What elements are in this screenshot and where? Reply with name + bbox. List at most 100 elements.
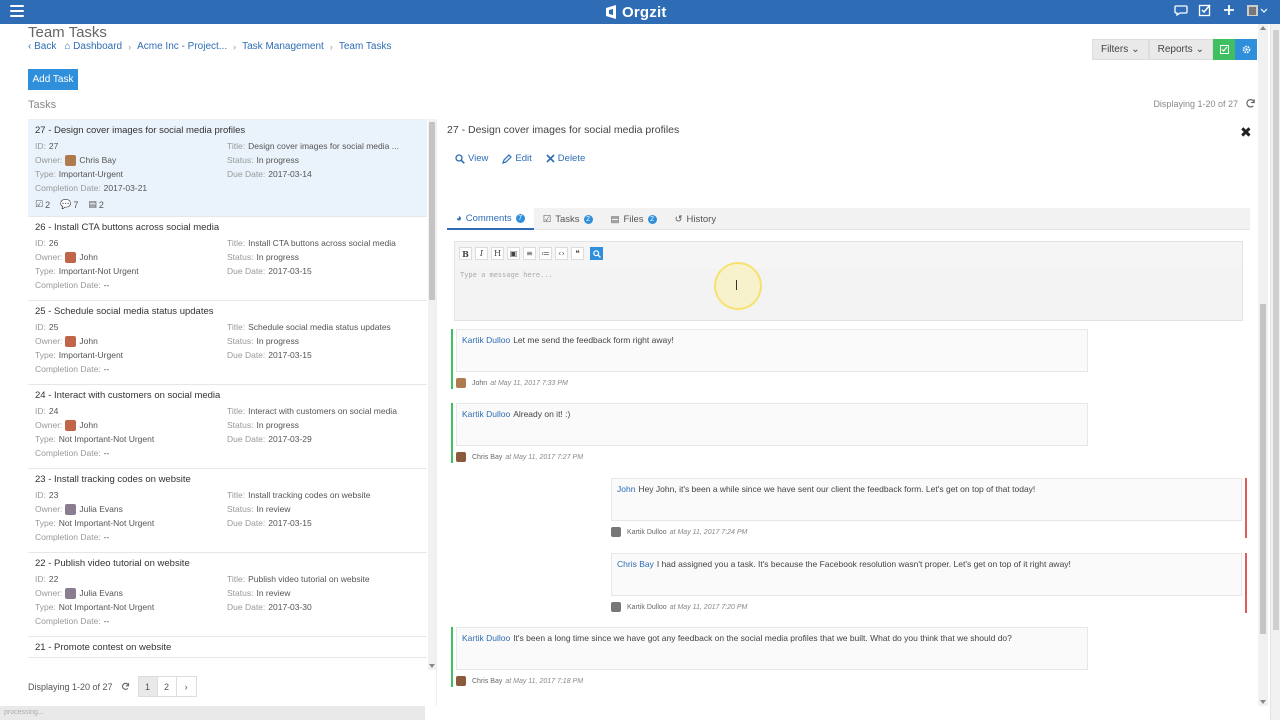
comment-timestamp: at May 11, 2017 7:24 PM — [669, 528, 748, 536]
comment-timestamp: at May 11, 2017 7:20 PM — [669, 603, 748, 611]
task-completion-date: -- — [103, 616, 110, 626]
task-type: Not Important-Not Urgent — [58, 434, 155, 444]
next-page-button[interactable]: › — [177, 677, 196, 696]
breadcrumb-task-management[interactable]: Task Management — [242, 41, 324, 52]
page-2-button[interactable]: 2 — [158, 677, 177, 696]
bold-button[interactable]: B — [459, 247, 472, 260]
task-list-item[interactable]: 26 - Install CTA buttons across social m… — [28, 217, 427, 301]
breadcrumb-dashboard[interactable]: ⌂ Dashboard — [64, 41, 122, 52]
task-completion-date: -- — [103, 364, 110, 374]
task-title-value: Install CTA buttons across social media — [248, 238, 396, 248]
user-menu-icon[interactable] — [1246, 3, 1268, 17]
filters-label: Filters — [1100, 44, 1129, 55]
detail-scrollbar[interactable] — [1258, 24, 1268, 706]
tasks-section-label: Tasks — [28, 99, 57, 111]
pagination-displaying: Displaying 1-20 of 27 — [28, 681, 113, 692]
hamburger-menu-icon[interactable] — [10, 5, 24, 17]
checklist-button[interactable] — [1213, 39, 1235, 60]
comment-input[interactable] — [456, 268, 1241, 319]
italic-button[interactable]: I — [475, 247, 488, 260]
page-scrollbar[interactable] — [1270, 24, 1280, 720]
breadcrumb-separator: › — [329, 41, 333, 52]
search-icon — [455, 153, 465, 164]
field-label: Status: — [227, 252, 254, 262]
comment-author: Chris Bay — [472, 677, 503, 685]
comment-item: John Hey John, it's been a while since we… — [611, 478, 1247, 538]
image-button[interactable]: ▣ — [507, 247, 520, 260]
field-label: Owner: — [35, 252, 63, 262]
code-button[interactable]: ‹› — [555, 247, 568, 260]
task-list-item[interactable]: 22 - Publish video tutorial on website I… — [28, 553, 427, 637]
chat-icon[interactable] — [1174, 3, 1188, 17]
settings-button[interactable] — [1235, 39, 1257, 60]
breadcrumb-project[interactable]: Acme Inc - Project... — [137, 41, 227, 52]
task-list-item[interactable]: 27 - Design cover images for social medi… — [28, 120, 427, 217]
preview-search-button[interactable] — [590, 247, 603, 260]
task-fields: ID: 25 Title: Schedule social media status… — [35, 321, 420, 376]
mention-link[interactable]: Chris Bay — [617, 559, 654, 569]
tasks-check-icon[interactable] — [1198, 3, 1212, 17]
comment-timestamp: at May 11, 2017 7:27 PM — [505, 453, 584, 461]
task-fields: ID: 23 Title: Install tracking codes on we… — [35, 489, 420, 544]
task-completion-date: -- — [103, 532, 110, 542]
comment-item: Kartik Dulloo Already on it! :) Chris Bay… — [451, 403, 1088, 463]
task-heading: 27 - Design cover images for social medi… — [35, 125, 246, 136]
comment-text: Let me send the feedback form right away… — [513, 335, 674, 345]
quote-button[interactable]: ❝ — [571, 247, 584, 260]
task-type: Important-Not Urgent — [58, 266, 139, 276]
add-task-button[interactable]: Add Task — [28, 69, 78, 90]
numbered-list-button[interactable]: ≔ — [539, 247, 552, 260]
task-list-item[interactable]: 23 - Install tracking codes on website I… — [28, 469, 427, 553]
field-label: ID: — [35, 141, 46, 151]
task-heading: 22 - Publish video tutorial on website — [35, 558, 190, 569]
task-list-item[interactable]: 25 - Schedule social media status update… — [28, 301, 427, 385]
tab-comments[interactable]: ◕ Comments 7 — [447, 208, 534, 230]
task-owner: Chris Bay — [79, 155, 117, 165]
add-plus-icon[interactable] — [1222, 3, 1236, 17]
delete-button[interactable]: Delete — [546, 153, 585, 164]
brand-logo[interactable]: Orgzit — [604, 2, 667, 22]
mention-link[interactable]: John — [617, 484, 635, 494]
task-list-scrollbar[interactable] — [428, 119, 436, 670]
avatar — [65, 588, 77, 599]
view-button[interactable]: View — [455, 153, 488, 164]
files-count: 2 — [98, 199, 104, 210]
field-label: Due Date: — [227, 169, 266, 179]
task-counters: ☑ 2 💬 7 ▤ 2 — [35, 195, 420, 216]
reports-dropdown[interactable]: Reports ⌄ — [1148, 39, 1213, 60]
comments-count: 7 — [73, 199, 79, 210]
mention-link[interactable]: Kartik Dulloo — [462, 633, 510, 643]
refresh-icon[interactable] — [121, 682, 130, 691]
avatar — [611, 527, 621, 537]
field-label: Owner: — [35, 588, 63, 598]
mention-link[interactable]: Kartik Dulloo — [462, 409, 510, 419]
detail-tabs: ◕ Comments 7 ☑ Tasks 2 ▤ Files 2 ↺ Histo… — [447, 208, 1250, 230]
filters-dropdown[interactable]: Filters ⌄ — [1091, 39, 1149, 60]
comment-timestamp: at May 11, 2017 7:18 PM — [505, 677, 584, 685]
task-status: In review — [256, 588, 291, 598]
field-label: Title: — [227, 141, 246, 151]
breadcrumb-team-tasks[interactable]: Team Tasks — [339, 41, 392, 52]
tab-tasks[interactable]: ☑ Tasks 2 — [534, 208, 602, 230]
close-icon[interactable]: ✖ — [1240, 124, 1252, 141]
task-completion-date: 2017-03-21 — [103, 183, 148, 193]
edit-button[interactable]: Edit — [502, 153, 532, 164]
detail-title: 27 - Design cover images for social medi… — [447, 124, 680, 136]
avatar — [456, 378, 466, 388]
page-1-button[interactable]: 1 — [138, 677, 158, 696]
checks-count: 2 — [45, 199, 51, 210]
heading-button[interactable]: H — [491, 247, 504, 260]
tab-files[interactable]: ▤ Files 2 — [602, 208, 666, 230]
comments-icon: ◕ — [456, 212, 462, 224]
task-fields: ID: 24 Title: Interact with customers on s… — [35, 405, 420, 460]
top-navbar: Orgzit — [0, 0, 1280, 24]
bullet-list-button[interactable]: ≡ — [523, 247, 536, 260]
mention-link[interactable]: Kartik Dulloo — [462, 335, 510, 345]
task-list-item[interactable]: 24 - Interact with customers on social m… — [28, 385, 427, 469]
task-id: 22 — [48, 574, 59, 584]
breadcrumb-back[interactable]: ‹ Back — [28, 41, 56, 52]
field-label: Owner: — [35, 420, 63, 430]
task-list-item[interactable]: 21 - Promote contest on website — [28, 637, 427, 658]
refresh-icon[interactable] — [1245, 98, 1256, 109]
tab-history[interactable]: ↺ History — [666, 208, 726, 230]
